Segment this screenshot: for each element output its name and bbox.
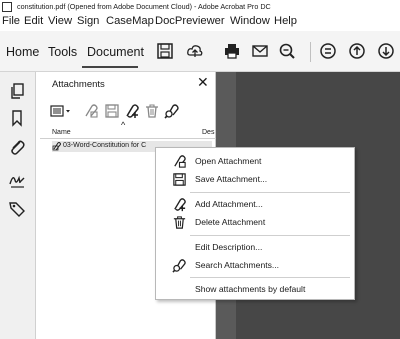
menu-separator: [190, 235, 350, 236]
menu-separator: [190, 192, 350, 193]
menu-item-label: Delete Attachment: [195, 217, 266, 227]
open-attachment-icon: [172, 154, 187, 169]
toolbar-separator: [310, 42, 311, 62]
menu-item-edit-description[interactable]: Edit Description...: [156, 240, 354, 255]
menu-item-label: Save Attachment...: [195, 174, 268, 184]
zoom-search-icon[interactable]: [278, 42, 296, 60]
menu-view[interactable]: View: [48, 15, 72, 27]
paperclip-icon[interactable]: [8, 138, 26, 156]
upload-cloud-icon[interactable]: [186, 42, 204, 60]
close-panel-button[interactable]: ✕: [197, 74, 209, 91]
delete-icon[interactable]: [144, 103, 160, 119]
menu-item-search-attachments[interactable]: Search Attachments...: [156, 258, 354, 273]
window-title: constitution.pdf (Opened from Adobe Docu…: [17, 2, 271, 11]
page-nav-icon[interactable]: [319, 42, 337, 60]
menu-item-add-attachment[interactable]: Add Attachment...: [156, 197, 354, 212]
acrobat-app-icon: [2, 2, 12, 12]
menu-bar: File Edit View Sign CaseMap DocPreviewer…: [0, 14, 400, 31]
email-icon[interactable]: [251, 42, 269, 60]
add-attachment-icon: [172, 197, 187, 212]
menu-casemap[interactable]: CaseMap: [106, 15, 154, 27]
tab-home[interactable]: Home: [6, 45, 39, 59]
attachment-name: 03-Word-Constitution for C: [63, 142, 147, 149]
menu-item-label: Open Attachment: [195, 156, 262, 166]
menu-item-label: Search Attachments...: [195, 260, 280, 270]
menu-item-open-attachment[interactable]: Open Attachment: [156, 154, 354, 169]
menu-edit[interactable]: Edit: [24, 15, 43, 27]
menu-sign[interactable]: Sign: [77, 15, 99, 27]
up-arrow-icon[interactable]: [348, 42, 366, 60]
copy-pages-icon[interactable]: [8, 82, 26, 100]
delete-icon: [172, 215, 187, 230]
tab-tools[interactable]: Tools: [48, 45, 77, 59]
search-attachment-icon: [172, 258, 187, 273]
sort-caret-icon: ^: [121, 120, 126, 130]
menu-item-label: Show attachments by default: [195, 284, 306, 294]
save-attachment-icon[interactable]: [104, 103, 120, 119]
title-bar: constitution.pdf (Opened from Adobe Docu…: [0, 0, 400, 14]
menu-help[interactable]: Help: [274, 15, 297, 27]
print-icon[interactable]: [223, 42, 241, 60]
column-divider: [40, 138, 216, 139]
menu-window[interactable]: Window: [230, 15, 270, 27]
add-attachment-icon[interactable]: [124, 103, 140, 119]
save-icon[interactable]: [156, 42, 174, 60]
menu-item-show-attachments-by-default[interactable]: Show attachments by default: [156, 282, 354, 297]
open-attachment-icon[interactable]: [83, 103, 99, 119]
down-arrow-icon[interactable]: [377, 42, 395, 60]
attachment-context-menu: Open Attachment Save Attachment... Add A…: [155, 147, 355, 300]
panel-title: Attachments: [52, 79, 105, 90]
menu-item-save-attachment[interactable]: Save Attachment...: [156, 172, 354, 187]
column-header-name[interactable]: Name: [52, 129, 71, 136]
left-navigation-rail: [0, 72, 36, 339]
save-attachment-icon: [172, 172, 187, 187]
signature-icon[interactable]: [8, 171, 26, 189]
tag-icon[interactable]: [8, 200, 26, 218]
menu-item-label: Edit Description...: [195, 242, 263, 252]
column-header-description[interactable]: Des: [202, 129, 214, 136]
tab-document[interactable]: Document: [87, 45, 144, 59]
search-attachment-icon[interactable]: [164, 103, 180, 119]
menu-docpreviewer[interactable]: DocPreviewer: [155, 15, 225, 27]
menu-file[interactable]: File: [2, 15, 20, 27]
bookmark-icon[interactable]: [8, 109, 26, 127]
menu-separator: [190, 277, 350, 278]
menu-item-label: Add Attachment...: [195, 199, 263, 209]
options-menu-icon[interactable]: [50, 103, 72, 119]
attachment-file-icon: [52, 141, 62, 151]
active-tab-indicator: [82, 66, 138, 68]
menu-item-delete-attachment[interactable]: Delete Attachment: [156, 215, 354, 230]
